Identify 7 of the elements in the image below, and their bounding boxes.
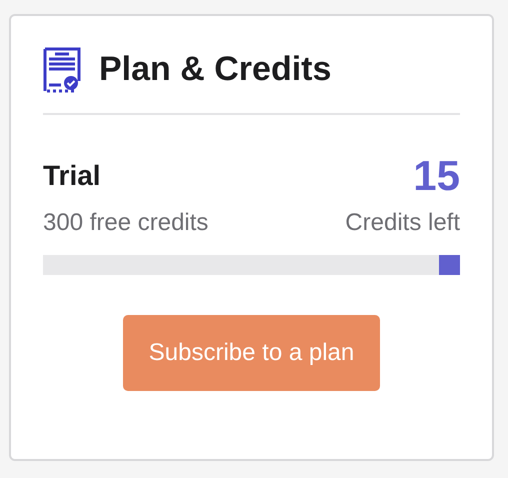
credits-label: Credits left [345, 208, 460, 238]
card-title: Plan & Credits [99, 49, 332, 90]
subscribe-button[interactable]: Subscribe to a plan [122, 315, 380, 391]
credits-count: 15 [413, 155, 460, 197]
plan-name: Trial [43, 159, 101, 193]
plan-description: 300 free credits [43, 208, 208, 238]
certificate-icon [43, 46, 83, 92]
